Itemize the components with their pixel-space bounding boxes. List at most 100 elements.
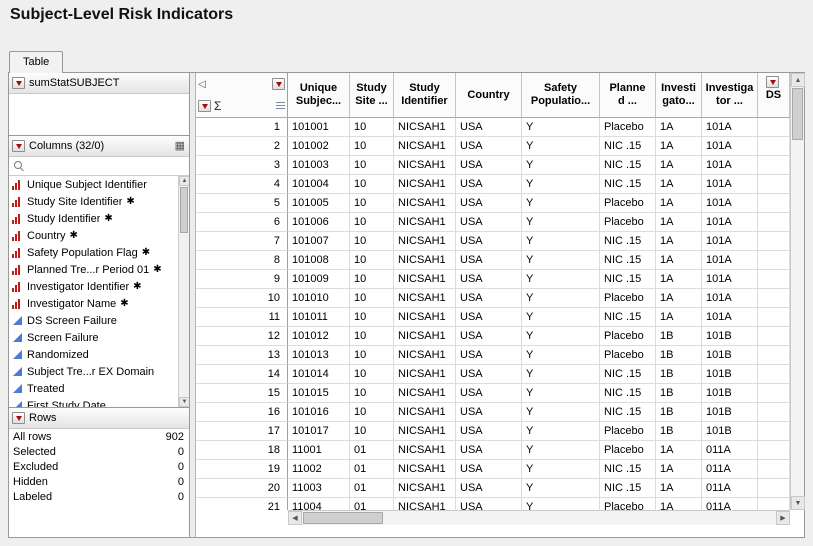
- cell[interactable]: [758, 156, 790, 175]
- cell[interactable]: [758, 118, 790, 137]
- cell[interactable]: [758, 422, 790, 441]
- cell[interactable]: USA: [456, 118, 522, 137]
- scrollbar-thumb[interactable]: [180, 187, 188, 233]
- column-list-item[interactable]: Investigator Name✱: [9, 295, 189, 312]
- cell[interactable]: 10: [350, 137, 394, 156]
- cell[interactable]: [758, 498, 790, 510]
- cell[interactable]: 10: [350, 403, 394, 422]
- cell[interactable]: [758, 308, 790, 327]
- cell[interactable]: 101012: [288, 327, 350, 346]
- cell[interactable]: 011A: [702, 479, 758, 498]
- cell[interactable]: 101015: [288, 384, 350, 403]
- cell[interactable]: Placebo: [600, 346, 656, 365]
- cell[interactable]: [758, 384, 790, 403]
- row-number[interactable]: 11: [196, 308, 288, 327]
- cell[interactable]: [758, 441, 790, 460]
- cell[interactable]: 101016: [288, 403, 350, 422]
- cell[interactable]: NICSAH1: [394, 346, 456, 365]
- cell[interactable]: 1B: [656, 384, 702, 403]
- cell[interactable]: USA: [456, 232, 522, 251]
- collapse-panels-icon[interactable]: ◁: [198, 79, 206, 90]
- cell[interactable]: Y: [522, 422, 600, 441]
- cell[interactable]: 01: [350, 479, 394, 498]
- cell[interactable]: NIC .15: [600, 156, 656, 175]
- column-list-item[interactable]: Investigator Identifier✱: [9, 278, 189, 295]
- cell[interactable]: 1A: [656, 156, 702, 175]
- cell[interactable]: Y: [522, 403, 600, 422]
- column-list-item[interactable]: Country✱: [9, 227, 189, 244]
- cell[interactable]: Y: [522, 308, 600, 327]
- cell[interactable]: Y: [522, 194, 600, 213]
- cell[interactable]: USA: [456, 289, 522, 308]
- cell[interactable]: [758, 327, 790, 346]
- cell[interactable]: Y: [522, 213, 600, 232]
- cell[interactable]: 101A: [702, 137, 758, 156]
- cell[interactable]: 10: [350, 156, 394, 175]
- red-triangle-icon[interactable]: [12, 412, 25, 424]
- row-number[interactable]: 8: [196, 251, 288, 270]
- row-number[interactable]: 5: [196, 194, 288, 213]
- sigma-icon[interactable]: Σ: [214, 99, 221, 113]
- cell[interactable]: NIC .15: [600, 270, 656, 289]
- scroll-down-icon[interactable]: ▼: [179, 397, 189, 407]
- cell[interactable]: [758, 346, 790, 365]
- cell[interactable]: 1A: [656, 232, 702, 251]
- cell[interactable]: Placebo: [600, 498, 656, 510]
- scrollbar-thumb[interactable]: [303, 512, 383, 524]
- cell[interactable]: USA: [456, 308, 522, 327]
- cell[interactable]: Y: [522, 479, 600, 498]
- cell[interactable]: 11002: [288, 460, 350, 479]
- cell[interactable]: [758, 137, 790, 156]
- cell[interactable]: 10: [350, 175, 394, 194]
- cell[interactable]: USA: [456, 213, 522, 232]
- cell[interactable]: 10: [350, 194, 394, 213]
- cell[interactable]: NICSAH1: [394, 441, 456, 460]
- cell[interactable]: NICSAH1: [394, 308, 456, 327]
- cell[interactable]: 01: [350, 441, 394, 460]
- row-number[interactable]: 21: [196, 498, 288, 510]
- cell[interactable]: NICSAH1: [394, 422, 456, 441]
- cell[interactable]: [758, 479, 790, 498]
- cell[interactable]: Placebo: [600, 289, 656, 308]
- scroll-right-icon[interactable]: ▶: [776, 511, 790, 525]
- cell[interactable]: NIC .15: [600, 479, 656, 498]
- cell[interactable]: [758, 365, 790, 384]
- cell[interactable]: 01: [350, 460, 394, 479]
- cell[interactable]: 10: [350, 232, 394, 251]
- row-number[interactable]: 3: [196, 156, 288, 175]
- row-number[interactable]: 19: [196, 460, 288, 479]
- row-number[interactable]: 14: [196, 365, 288, 384]
- column-header[interactable]: Planne d ...: [600, 73, 656, 117]
- cell[interactable]: Y: [522, 289, 600, 308]
- cell[interactable]: 101004: [288, 175, 350, 194]
- columns-search-input[interactable]: [29, 159, 189, 174]
- cell[interactable]: 10: [350, 118, 394, 137]
- cell[interactable]: USA: [456, 441, 522, 460]
- cell[interactable]: USA: [456, 156, 522, 175]
- row-number[interactable]: 6: [196, 213, 288, 232]
- cell[interactable]: 1A: [656, 289, 702, 308]
- cell[interactable]: USA: [456, 403, 522, 422]
- cell[interactable]: Y: [522, 156, 600, 175]
- column-list-item[interactable]: First Study Date: [9, 397, 189, 407]
- cell[interactable]: NICSAH1: [394, 156, 456, 175]
- cell[interactable]: 101014: [288, 365, 350, 384]
- cell[interactable]: Placebo: [600, 213, 656, 232]
- cell[interactable]: NICSAH1: [394, 498, 456, 510]
- cell[interactable]: 101005: [288, 194, 350, 213]
- cell[interactable]: Y: [522, 365, 600, 384]
- cell[interactable]: 01: [350, 498, 394, 510]
- cell[interactable]: Y: [522, 175, 600, 194]
- cell[interactable]: 011A: [702, 498, 758, 510]
- rows-stat-row[interactable]: Labeled0: [9, 489, 189, 504]
- row-number[interactable]: 17: [196, 422, 288, 441]
- row-number[interactable]: 16: [196, 403, 288, 422]
- cell[interactable]: 10: [350, 422, 394, 441]
- cell[interactable]: NICSAH1: [394, 327, 456, 346]
- cell[interactable]: 011A: [702, 460, 758, 479]
- cell[interactable]: 101B: [702, 384, 758, 403]
- red-triangle-icon[interactable]: [766, 76, 779, 88]
- scroll-down-icon[interactable]: ▼: [791, 496, 805, 510]
- cell[interactable]: 101017: [288, 422, 350, 441]
- column-list-item[interactable]: Treated: [9, 380, 189, 397]
